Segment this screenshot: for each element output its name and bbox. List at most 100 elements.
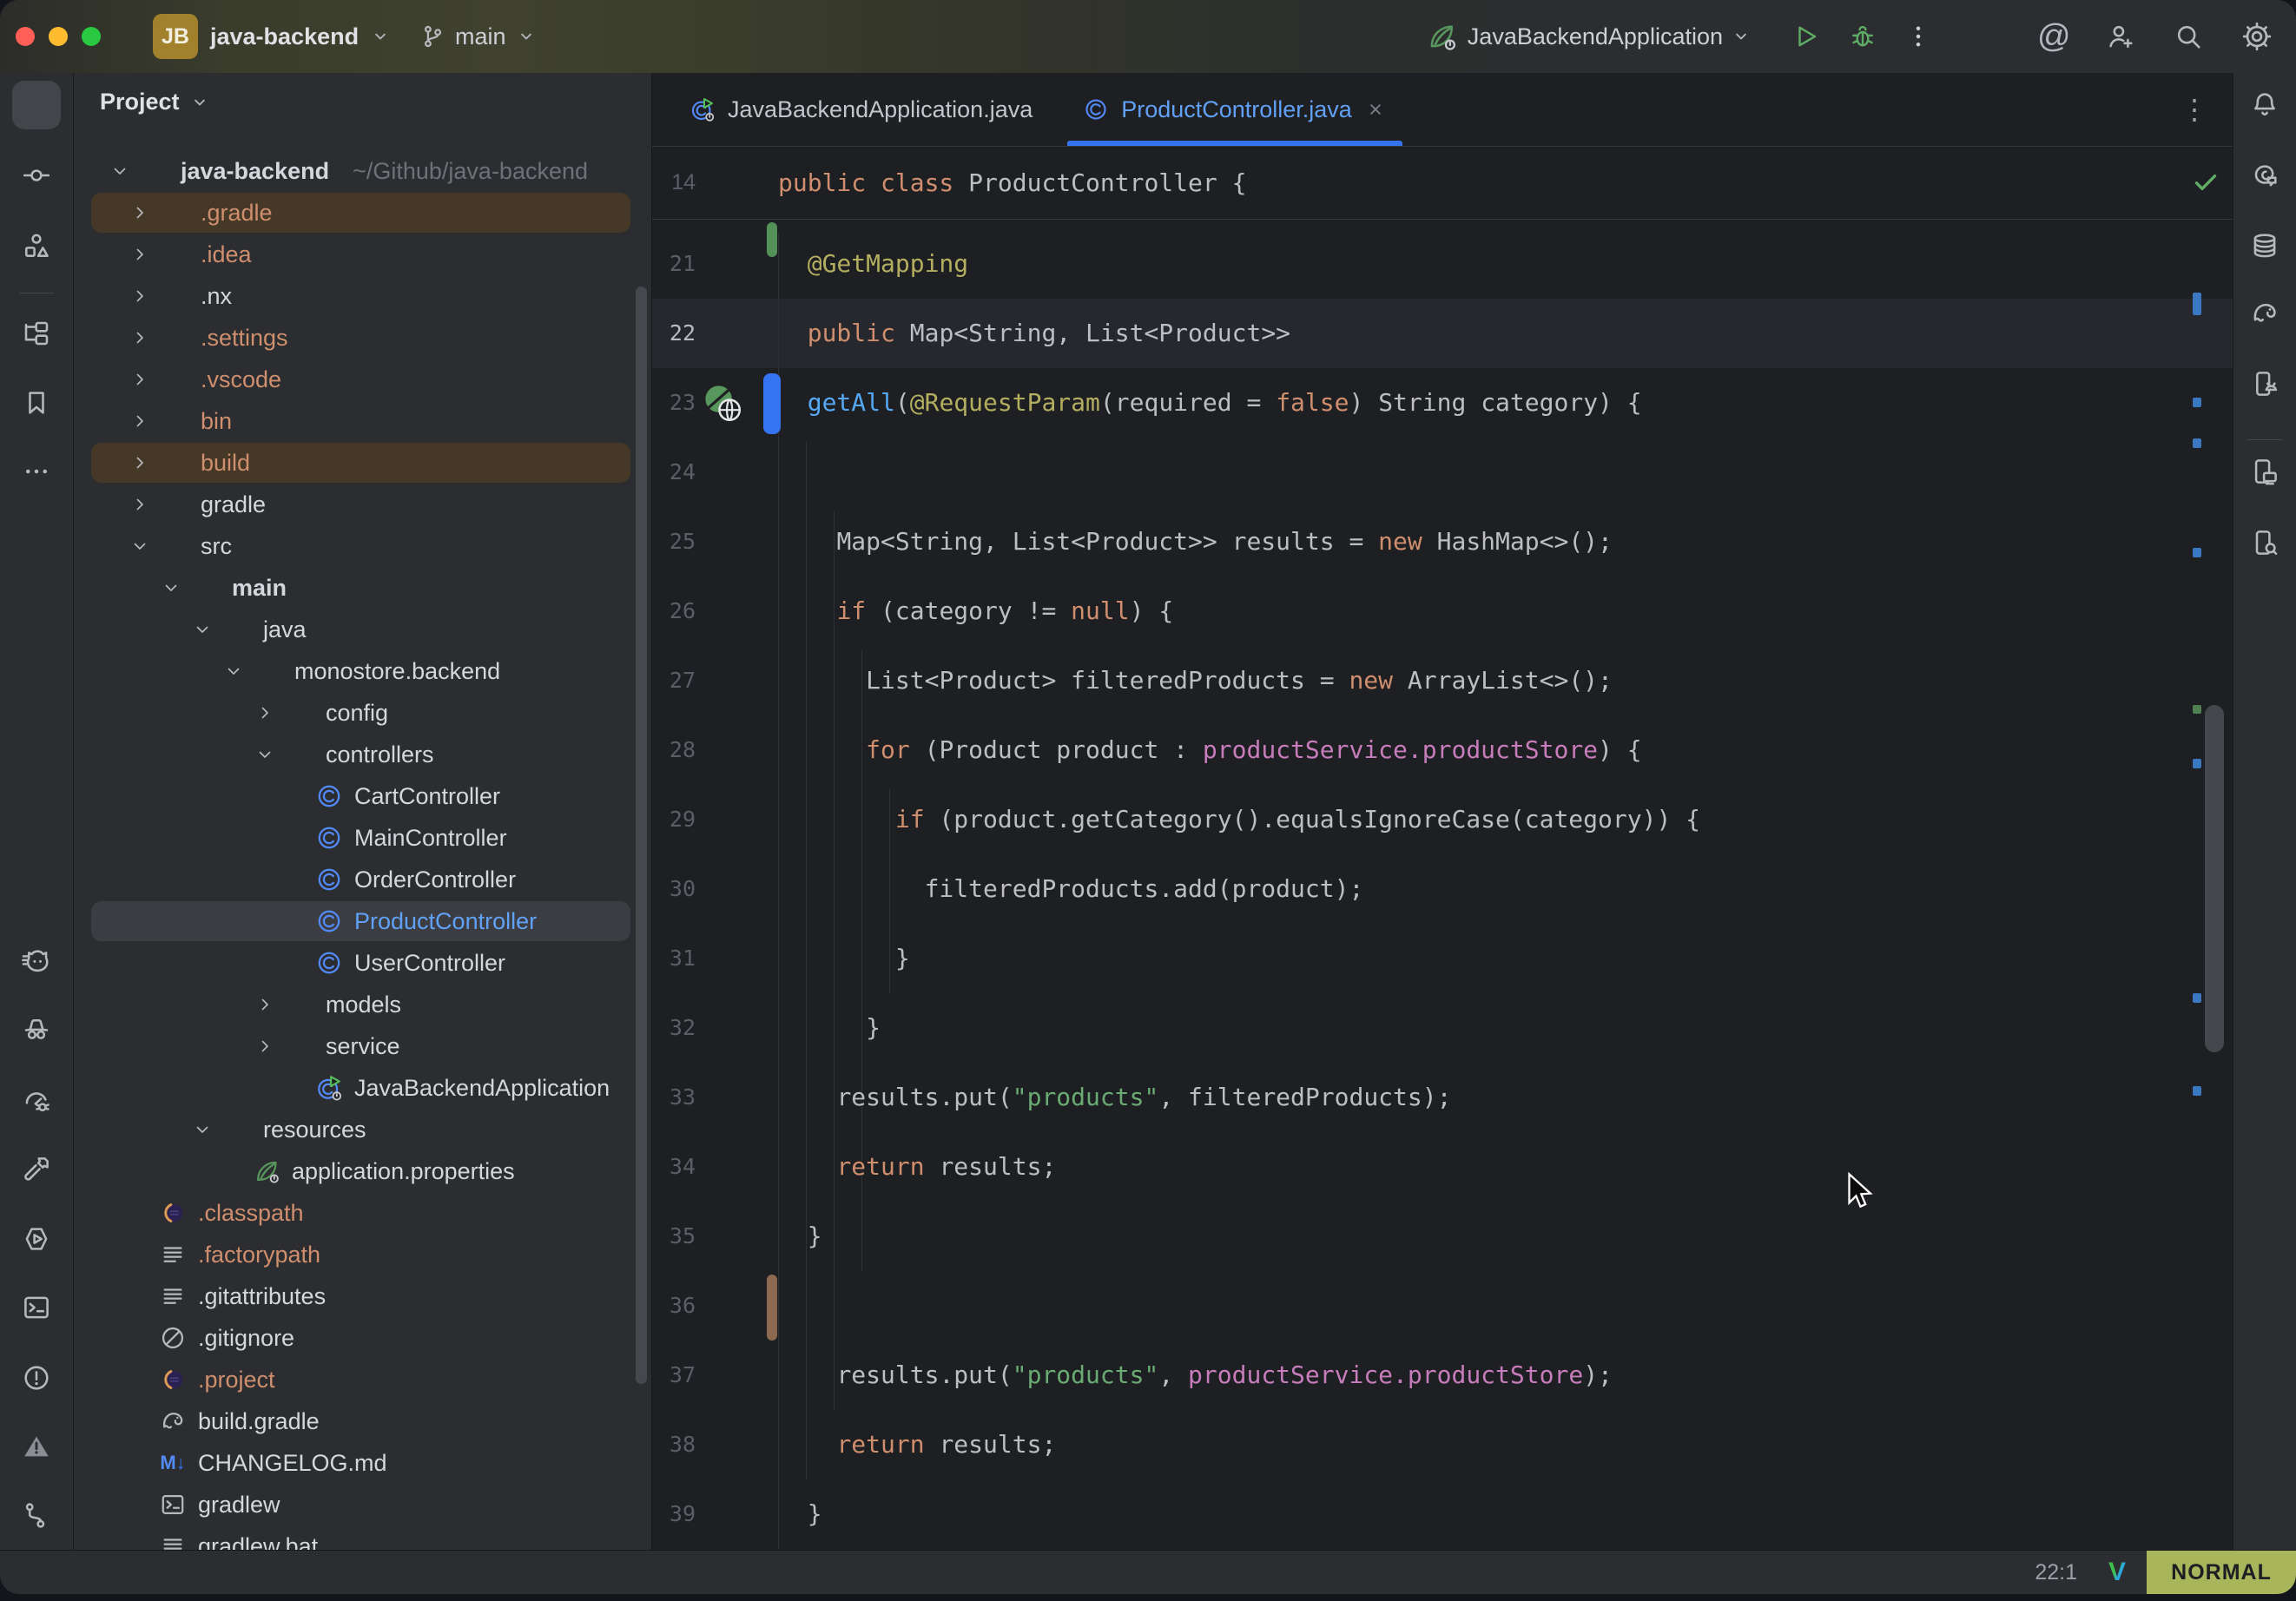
tree-item-service[interactable]: service [74,1025,651,1067]
sidebar-item-incognito[interactable] [12,1005,61,1053]
editor-scrollbar[interactable] [2205,705,2224,1052]
tree-item--gitattributes[interactable]: .gitattributes [74,1275,651,1317]
tree-item--classpath[interactable]: .classpath [74,1192,651,1234]
code-viewport[interactable]: 21 @GetMapping22 public Map<String, List… [652,219,2233,1551]
sidebar-item-structure[interactable] [12,221,61,270]
sidebar-item-device-manager[interactable] [2240,359,2289,408]
error-stripe-tick[interactable] [2193,993,2201,1003]
sidebar-item-more-tool-windows[interactable] [12,447,61,496]
chevron-collapsed-icon[interactable] [254,1036,275,1057]
git-added-marker[interactable] [767,222,777,257]
line-number[interactable]: 29 [652,785,696,854]
tree-item-gradle[interactable]: gradle [74,484,651,525]
tree-item--gradle[interactable]: .gradle [74,192,651,234]
tree-item-src[interactable]: src [74,525,651,567]
chevron-expanded-icon[interactable] [254,744,275,765]
chevron-collapsed-icon[interactable] [129,286,150,306]
tree-item-productcontroller[interactable]: ProductController [74,900,651,942]
sidebar-item-device-explorer[interactable] [2240,518,2289,567]
error-stripe-tick[interactable] [2193,548,2201,557]
line-number[interactable]: 36 [652,1271,696,1341]
close-icon[interactable] [1364,98,1387,121]
tree-item-monostore-backend[interactable]: monostore.backend [74,650,651,692]
search-icon[interactable] [2173,21,2204,52]
sidebar-item-notifications[interactable] [2240,81,2289,129]
editor-options-kebab-icon[interactable]: ⋮ [2179,92,2210,127]
tree-item--idea[interactable]: .idea [74,234,651,275]
chevron-collapsed-icon[interactable] [129,411,150,432]
sidebar-item-copilot[interactable] [12,938,61,986]
sidebar-item-bookmarks[interactable] [12,379,61,427]
chevron-collapsed-icon[interactable] [129,244,150,265]
error-stripe-tick[interactable] [2193,1086,2201,1096]
tree-item-resources[interactable]: resources [74,1109,651,1150]
sidebar-item-build[interactable] [12,1145,61,1194]
chevron-collapsed-icon[interactable] [129,452,150,473]
error-stripe-tick[interactable] [2193,398,2201,407]
chevron-collapsed-icon[interactable] [254,702,275,723]
tree-item-application-properties[interactable]: application.properties [74,1150,651,1192]
sidebar-item-services[interactable] [12,1215,61,1263]
debug-icon[interactable] [1848,22,1877,51]
chevron-expanded-icon[interactable] [192,619,213,640]
tree-item--factorypath[interactable]: .factorypath [74,1234,651,1275]
minimize-window-button[interactable] [49,27,68,46]
tree-item-java[interactable]: java [74,609,651,650]
line-number[interactable]: 30 [652,854,696,924]
chevron-collapsed-icon[interactable] [129,494,150,515]
error-stripe-tick[interactable] [2193,438,2201,448]
tree-item-usercontroller[interactable]: UserController [74,942,651,984]
sidebar-item-commit[interactable] [12,151,61,200]
tab-javabackendapplication-java[interactable]: JavaBackendApplication.java [674,73,1048,146]
line-number[interactable]: 28 [652,715,696,785]
run-configuration[interactable]: JavaBackendApplication [1468,23,1723,50]
sidebar-item-database[interactable] [2240,221,2289,270]
chevron-down-icon[interactable] [1730,25,1752,48]
maximize-window-button[interactable] [82,27,101,46]
tab-productcontroller-java[interactable]: ProductController.java [1067,73,1402,146]
error-stripe-tick[interactable] [2193,293,2201,315]
chevron-expanded-icon[interactable] [109,161,130,181]
inspections-ok-icon[interactable] [2191,168,2220,197]
line-number[interactable]: 34 [652,1132,696,1202]
sidebar-item-profiler[interactable] [12,1077,61,1125]
tree-item--gitignore[interactable]: .gitignore [74,1317,651,1359]
line-number[interactable]: 33 [652,1063,696,1132]
tree-item-gradlew[interactable]: gradlew [74,1484,651,1525]
sidebar-item-hierarchy[interactable] [12,309,61,358]
line-number[interactable]: 37 [652,1341,696,1410]
line-number[interactable]: 31 [652,924,696,993]
line-number[interactable]: 38 [652,1410,696,1479]
line-number[interactable]: 27 [652,646,696,715]
line-number[interactable]: 35 [652,1202,696,1271]
tree-item--project[interactable]: .project [74,1359,651,1400]
line-number[interactable]: 24 [652,438,696,507]
run-icon[interactable] [1791,22,1820,51]
settings-gear-icon[interactable] [2240,20,2273,53]
line-number[interactable]: 39 [652,1479,696,1549]
chevron-collapsed-icon[interactable] [254,994,275,1015]
project-panel-header[interactable]: Project [100,89,211,115]
sidebar-item-ai-assistant[interactable] [2240,151,2289,200]
chevron-collapsed-icon[interactable] [129,327,150,348]
request-mapping-icon[interactable] [703,383,742,423]
tree-item-config[interactable]: config [74,692,651,734]
git-modified-marker[interactable] [767,1275,777,1341]
line-number[interactable]: 32 [652,993,696,1063]
ideavim-icon[interactable]: V [2108,1558,2126,1587]
tree-item-java-backend[interactable]: java-backend~/Github/java-backend [74,150,651,192]
error-stripe-tick[interactable] [2193,705,2201,714]
ai-assistant-icon[interactable]: @ [2037,18,2067,56]
tree-item-main[interactable]: main [74,567,651,609]
tree-item-gradlew-bat[interactable]: gradlew.bat [74,1525,651,1551]
more-kebab-icon[interactable] [1903,22,1933,51]
project-tree-scrollbar[interactable] [636,287,647,1384]
project-widget[interactable]: java-backend [210,0,392,73]
chevron-expanded-icon[interactable] [223,661,244,682]
tree-item--nx[interactable]: .nx [74,275,651,317]
chevron-collapsed-icon[interactable] [129,202,150,223]
branch-widget[interactable]: main [419,0,538,73]
close-window-button[interactable] [16,27,35,46]
chevron-collapsed-icon[interactable] [129,369,150,390]
tree-item-javabackendapplication[interactable]: JavaBackendApplication [74,1067,651,1109]
